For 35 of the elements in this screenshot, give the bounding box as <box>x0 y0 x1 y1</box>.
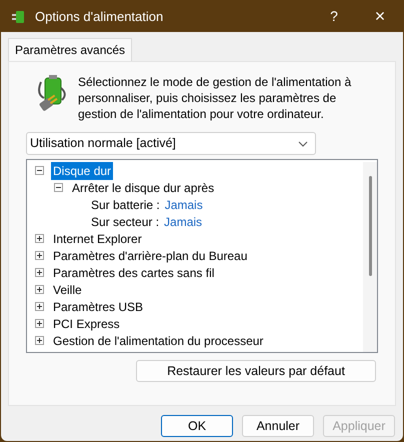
power-icon <box>11 8 27 24</box>
expand-icon[interactable] <box>35 319 44 328</box>
tree-item[interactable]: Arrêter le disque dur après <box>70 178 216 196</box>
setting-value-link[interactable]: Jamais <box>164 212 202 230</box>
tree-item[interactable]: Paramètres des cartes sans fil <box>51 264 216 282</box>
expand-icon[interactable] <box>35 336 44 345</box>
expand-icon[interactable] <box>35 234 44 243</box>
expand-icon[interactable] <box>35 285 44 294</box>
tree-item[interactable]: Disque dur <box>51 162 114 180</box>
tree-item[interactable]: Paramètres USB <box>51 298 146 316</box>
battery-plug-icon <box>36 74 68 112</box>
setting-value-link[interactable]: Jamais <box>164 196 203 214</box>
expand-icon[interactable] <box>35 268 44 277</box>
tree-item[interactable]: Sur batterie : <box>89 196 162 214</box>
tree-item[interactable]: Internet Explorer <box>51 230 144 248</box>
scrollbar[interactable] <box>363 162 377 352</box>
chevron-down-icon <box>298 140 308 146</box>
dialog-button[interactable]: Annuler <box>242 415 314 437</box>
window-title: Options d'alimentation <box>35 8 164 26</box>
close-button[interactable]: × <box>357 2 403 32</box>
help-button[interactable]: ? <box>311 2 357 32</box>
restore-defaults-button[interactable]: Restaurer les valeurs par défaut <box>136 360 376 382</box>
expand-icon[interactable] <box>35 302 44 311</box>
dialog-button[interactable]: OK <box>161 415 233 437</box>
collapse-icon[interactable] <box>35 166 44 175</box>
expand-icon[interactable] <box>35 251 44 260</box>
description-text: Sélectionnez le mode de gestion de l'alimentation à personnaliser, puis choisissez les paramètres de gestion de l'alimentation pour votre ordinateur. <box>78 74 352 122</box>
tree-item[interactable]: Sur secteur : <box>89 212 162 230</box>
tab[interactable]: Paramètres avancés <box>8 38 132 61</box>
tree-item[interactable]: Veille <box>51 280 84 298</box>
tree-item[interactable]: Paramètres d'arrière-plan du Bureau <box>51 246 250 264</box>
tree-item[interactable]: Gestion de l'alimentation du processeur <box>51 332 266 350</box>
plan-dropdown[interactable]: Utilisation normale [activé] <box>26 132 316 155</box>
tree-item[interactable]: PCI Express <box>51 314 122 332</box>
collapse-icon[interactable] <box>54 183 63 192</box>
